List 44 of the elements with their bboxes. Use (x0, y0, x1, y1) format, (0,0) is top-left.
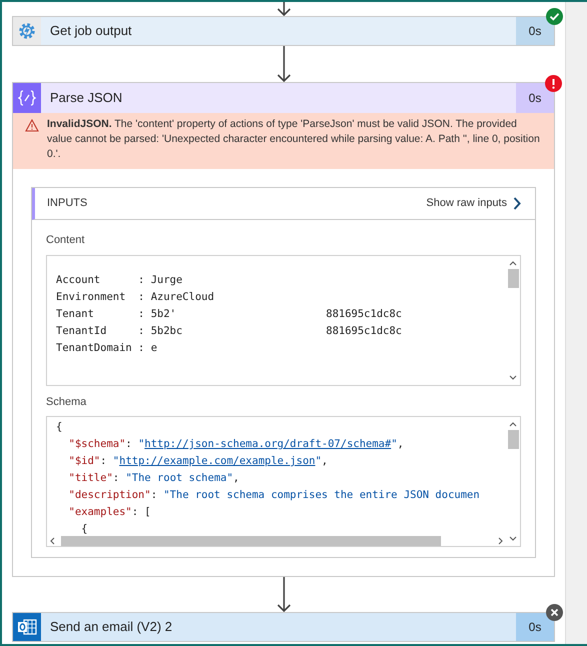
scroll-thumb[interactable] (508, 430, 518, 449)
content-field[interactable]: Account : Jurge Environment : AzureCloud Tenant : 5b2' 881695c1dc8c TenantId : 5b2bc 881695c1dc8c TenantDomain : e (46, 254, 521, 386)
horizontal-scrollbar[interactable] (47, 536, 506, 546)
code-line: { (80, 522, 88, 537)
flow-arrow (276, 2, 290, 16)
action-card[interactable]: Get job output 0s (12, 16, 555, 46)
code-text: 881695c1dc8c (326, 306, 402, 322)
code-line: Account : Jurge (56, 272, 184, 288)
flow-arrow (276, 577, 290, 612)
error-message: InvalidJSON. The 'content' property of actions of type 'ParseJson' must be valid JSON. The provided value cannot be parsed: 'Unexpected character encountered while parsing value: A. Path '', line 0, position 0.'. (47, 117, 541, 162)
field-label: Schema (46, 394, 88, 410)
show-raw-inputs-link[interactable]: Show raw inputs (426, 195, 521, 212)
code-line: { (56, 420, 62, 435)
duration-label: 0s (516, 17, 554, 45)
code-line: Tenant : 5b2' (56, 306, 178, 322)
warning-icon (25, 119, 39, 132)
action-card[interactable]: Send an email (V2) 2 0s (12, 612, 555, 642)
code-line: "title": "The root schema", (68, 471, 240, 486)
code-line: TenantId : 5b2bc (56, 324, 184, 338)
duration-label: 0s (516, 613, 554, 641)
scroll-thumb[interactable] (508, 268, 518, 288)
field-label: Content (46, 233, 86, 248)
mail-app-icon (17, 618, 37, 636)
gear-lightning-icon (16, 20, 38, 42)
code-line: "$id": "http://example.com/example.json", (68, 454, 328, 469)
code-line: "examples": [ (68, 505, 151, 520)
action-title: Get job output (49, 22, 133, 40)
code-text: 881695c1dc8c (326, 324, 402, 338)
code-line: Environment : AzureCloud (56, 290, 216, 304)
scrollbar[interactable] (565, 2, 587, 644)
chevron-right-icon (513, 197, 521, 210)
duration-label: 0s (516, 83, 554, 113)
scroll-thumb[interactable] (61, 536, 441, 546)
braces-icon (18, 90, 36, 106)
action-card[interactable]: Parse JSON 0s (13, 83, 554, 113)
flow-arrow (276, 46, 290, 82)
action-title: Parse JSON (49, 89, 124, 108)
code-line: "$schema": "http://json-schema.org/draft-07/schema#", (68, 437, 404, 452)
code-line: "description": "The root schema comprises the entire JSON documen (68, 488, 480, 503)
action-title: Send an email (V2) 2 (49, 618, 174, 636)
scroll-down-icon[interactable] (508, 372, 518, 382)
section-heading: INPUTS (47, 196, 88, 212)
schema-field[interactable] (46, 416, 521, 547)
code-line: TenantDomain : e (56, 340, 158, 356)
